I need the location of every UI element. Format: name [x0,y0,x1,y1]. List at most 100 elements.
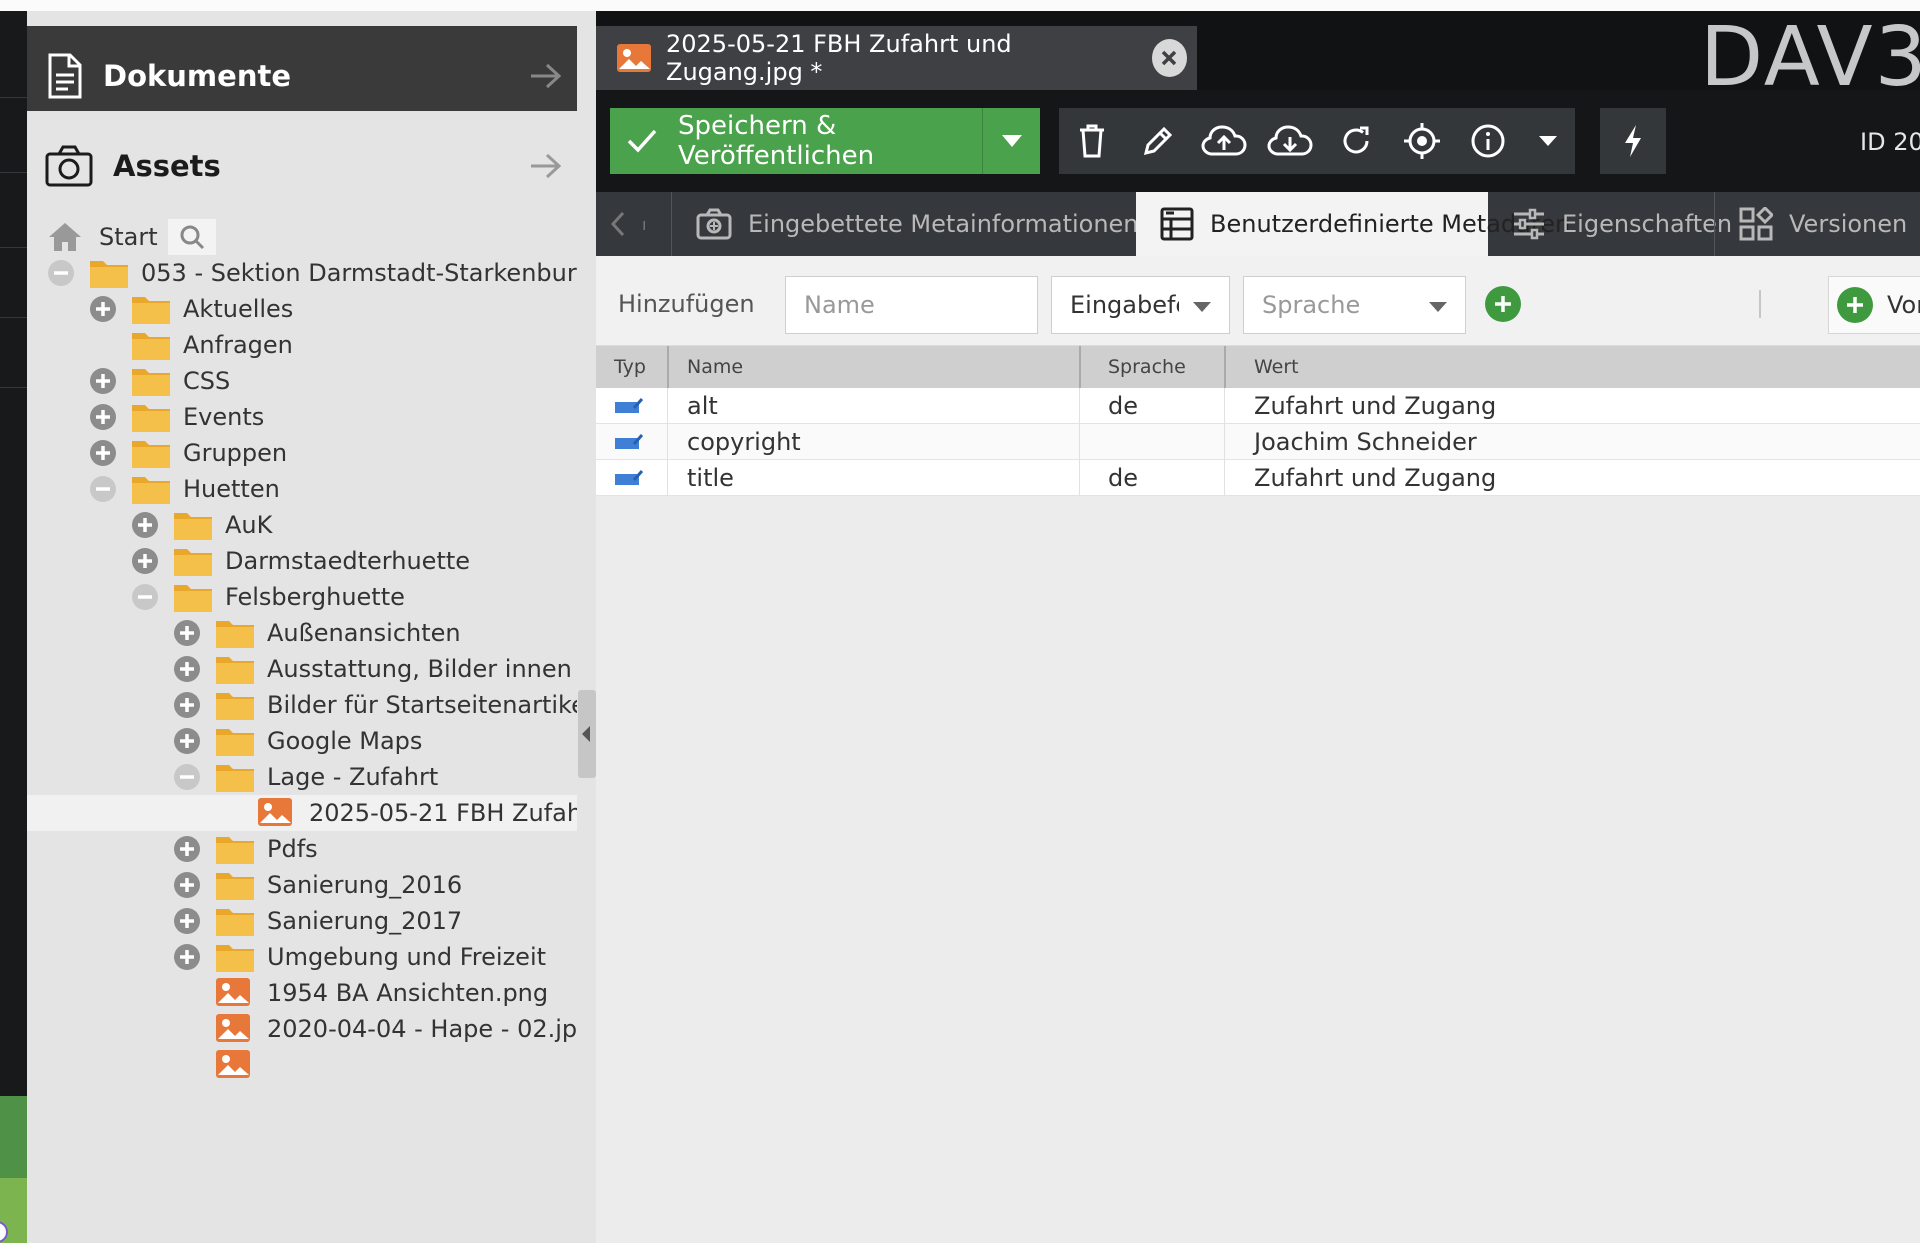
tree-item[interactable]: Huetten [27,471,577,507]
tree-item[interactable]: Anfragen [27,327,577,363]
collapse-icon[interactable] [173,763,201,791]
tree-item[interactable]: 053 - Sektion Darmstadt-Starkenburg [27,255,577,291]
tree-item[interactable]: Aktuelles [27,291,577,327]
row-value[interactable]: Joachim Schneider [1254,424,1477,460]
tab-versions-label: Versionen [1789,210,1908,238]
tree-item[interactable]: Umgebung und Freizeit [27,939,577,975]
save-publish-button[interactable]: Speichern & Veröffentlichen [610,108,1040,174]
expand-icon[interactable] [131,511,159,539]
info-button[interactable] [1455,108,1521,174]
row-name[interactable]: alt [687,388,718,424]
folder-icon [215,653,255,685]
tree-item[interactable]: AuK [27,507,577,543]
column-header-name[interactable]: Name [687,346,743,388]
table-row[interactable]: alt de Zufahrt und Zugang [596,388,1920,424]
tab-custom-metadata[interactable]: Benutzerdefinierte Metadaten [1136,192,1570,256]
download-button[interactable] [1257,108,1323,174]
add-predefined-button[interactable]: Vorgaben [1828,276,1920,334]
tree-item-label: Pdfs [267,835,318,863]
folder-icon [215,689,255,721]
tree-item[interactable]: Felsberghuette [27,579,577,615]
upload-button[interactable] [1191,108,1257,174]
delete-button[interactable] [1059,108,1125,174]
expand-icon[interactable] [173,727,201,755]
collapse-icon[interactable] [131,583,159,611]
row-value[interactable]: Zufahrt und Zugang [1254,388,1496,424]
tree-item[interactable]: Lage - Zufahrt [27,759,577,795]
expand-icon[interactable] [173,871,201,899]
expand-icon[interactable] [173,943,201,971]
arrow-right-icon[interactable] [529,152,563,180]
table-row[interactable]: copyright Joachim Schneider [596,424,1920,460]
table-row[interactable]: title de Zufahrt und Zugang [596,460,1920,496]
tab-versions[interactable]: Versionen [1714,192,1920,256]
column-header-value[interactable]: Wert [1254,346,1299,388]
assets-accordion-header[interactable]: Assets [27,111,577,221]
row-name[interactable]: copyright [687,424,801,460]
type-select[interactable]: Eingabefeld [1051,276,1230,334]
pencil-icon [1142,125,1174,157]
tree-item[interactable]: 1954 BA Ansichten.png [27,975,577,1011]
language-select[interactable]: Sprache [1243,276,1466,334]
row-name[interactable]: title [687,460,734,496]
rename-button[interactable] [1125,108,1191,174]
reload-button[interactable] [1323,108,1389,174]
tree-item[interactable]: Ausstattung, Bilder innen [27,651,577,687]
tree-item[interactable]: Sanierung_2017 [27,903,577,939]
add-metadata-button[interactable] [1485,286,1521,322]
collapse-icon[interactable] [89,475,117,503]
expand-icon[interactable] [89,403,117,431]
tree-item[interactable]: Google Maps [27,723,577,759]
column-header-language[interactable]: Sprache [1108,346,1186,388]
tree-item[interactable]: CSS [27,363,577,399]
language-placeholder: Sprache [1262,291,1361,319]
tree-item[interactable]: Außenansichten [27,615,577,651]
tree-item[interactable]: Darmstaedterhuette [27,543,577,579]
tree-item-label: Anfragen [183,331,293,359]
crosshair-icon [1403,122,1441,160]
sidebar: Dokumente Assets Start 053 - Sektion Darm… [27,11,596,1243]
editor-tab-title[interactable]: 2025-05-21 FBH Zufahrt und Zugang.jpg * [666,30,1138,86]
tab-embedded-label: Eingebettete Metainformationen [748,210,1139,238]
tree-item[interactable]: 2025-05-21 FBH Zufahrt und Zugang.jpg [27,795,577,831]
collapse-icon[interactable] [47,259,75,287]
row-language[interactable]: de [1108,388,1138,424]
tree-item[interactable]: Sanierung_2016 [27,867,577,903]
tree-item[interactable]: Pdfs [27,831,577,867]
tab-embedded-metadata[interactable]: Eingebettete Metainformationen [671,192,1139,256]
expand-icon[interactable] [173,835,201,863]
arrow-right-icon[interactable] [529,62,563,90]
expand-icon[interactable] [173,619,201,647]
tree-item-label: Start [99,223,158,251]
column-header-type[interactable]: Typ [614,346,646,388]
save-options-dropdown[interactable] [982,108,1040,174]
expand-icon[interactable] [89,439,117,467]
tree-item-label: Gruppen [183,439,288,467]
name-input[interactable]: Name [785,276,1038,334]
expand-icon[interactable] [89,367,117,395]
tree-item[interactable]: 2020-04-04 - Hape - 02.jpg [27,1011,577,1047]
tree-item[interactable]: Start [27,219,577,255]
tree-item[interactable] [27,1047,577,1083]
tree-item-label: 053 - Sektion Darmstadt-Starkenburg [141,259,577,287]
expand-icon[interactable] [173,691,201,719]
tree-search-button[interactable] [167,219,216,255]
sidebar-collapse-handle[interactable] [578,690,596,778]
tab-properties[interactable]: Eigenschaften [1488,192,1732,256]
row-language[interactable]: de [1108,460,1138,496]
tabs-scroll-left[interactable]: ı [596,192,671,256]
locate-in-tree-button[interactable] [1389,108,1455,174]
folder-icon [215,905,255,937]
tree-item[interactable]: Bilder für Startseitenartikel [27,687,577,723]
actions-button[interactable] [1600,108,1666,174]
row-value[interactable]: Zufahrt und Zugang [1254,460,1496,496]
expand-icon[interactable] [131,547,159,575]
expand-icon[interactable] [89,295,117,323]
editor-subtabs: ı Eingebettete Metainformationen Benutze… [596,192,1920,256]
expand-icon[interactable] [173,655,201,683]
expand-icon[interactable] [173,907,201,935]
more-options-dropdown[interactable] [1521,108,1575,174]
tree-item[interactable]: Events [27,399,577,435]
tree-item[interactable]: Gruppen [27,435,577,471]
close-tab-icon[interactable] [1151,39,1187,77]
